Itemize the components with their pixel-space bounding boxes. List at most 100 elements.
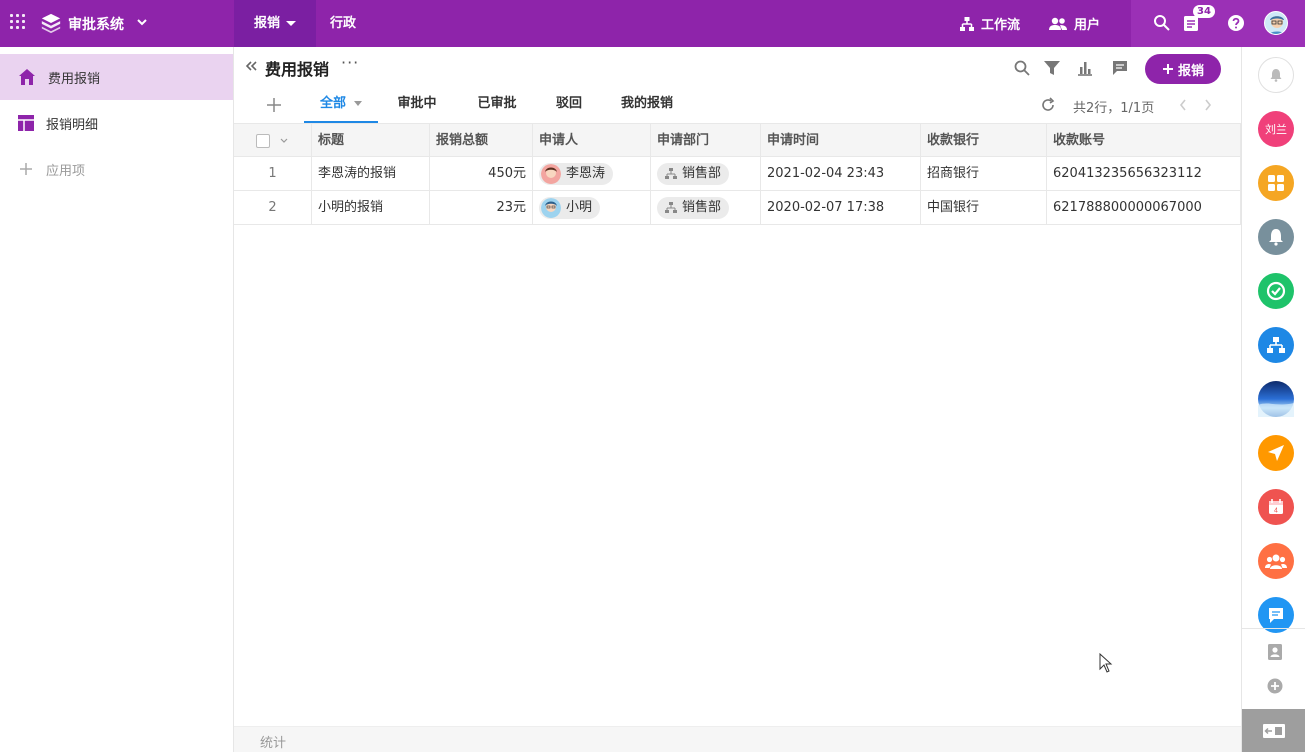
page-title: 费用报销 xyxy=(265,60,330,79)
grid-table-icon xyxy=(18,115,34,131)
search-icon[interactable] xyxy=(1152,13,1172,33)
tab-my-expenses[interactable]: 我的报销 xyxy=(616,87,678,123)
sidebar-item-label: 费用报销 xyxy=(48,71,101,87)
chart-icon[interactable] xyxy=(1076,59,1094,77)
apps-icon xyxy=(1268,175,1284,191)
row-index: 2 xyxy=(234,191,312,224)
column-header-bank[interactable]: 收款银行 xyxy=(921,124,1047,157)
row-time: 2020-02-07 17:38 xyxy=(761,191,921,224)
dept-chip[interactable]: 销售部 xyxy=(657,196,730,219)
refresh-icon[interactable] xyxy=(1040,97,1056,113)
rail-apps-button[interactable] xyxy=(1258,165,1294,201)
chevron-down-icon[interactable] xyxy=(136,13,148,33)
search-icon[interactable] xyxy=(1013,59,1031,77)
row-dept: 销售部 xyxy=(651,157,761,190)
main-content: 费用报销 ··· 报销 全部 审批中 已审批 驳回 我的报销 共2行，1/1页 … xyxy=(234,47,1241,752)
sidebar-item-label: 应用项 xyxy=(46,163,86,179)
users-label: 用户 xyxy=(1074,18,1101,33)
table-row[interactable]: 1 李恩涛的报销 450元 李恩涛 销售部 2021-02-04 23:43 招… xyxy=(234,157,1241,191)
help-icon[interactable] xyxy=(1226,13,1246,33)
calendar-icon: 4 xyxy=(1269,499,1283,515)
select-all-cell[interactable] xyxy=(234,124,312,157)
row-bank: 招商银行 xyxy=(921,157,1047,190)
rail-collapse-button[interactable] xyxy=(1242,709,1305,752)
org-icon xyxy=(665,167,677,179)
app-name[interactable]: 审批系统 xyxy=(68,14,124,34)
collapse-sidebar-icon[interactable] xyxy=(244,57,258,77)
group-icon xyxy=(1265,554,1287,569)
landscape-icon xyxy=(1258,403,1294,417)
rail-calendar-button[interactable]: 4 xyxy=(1258,489,1294,525)
tab-approved[interactable]: 已审批 xyxy=(468,87,526,123)
chat-icon xyxy=(1269,608,1283,623)
applicant-avatar xyxy=(541,197,561,218)
row-amount: 450元 xyxy=(430,157,533,190)
rail-send-button[interactable] xyxy=(1258,435,1294,471)
check-circle-icon xyxy=(1266,281,1286,301)
tab-all[interactable]: 全部 xyxy=(304,87,378,123)
sidebar-item-expense[interactable]: 费用报销 xyxy=(0,54,233,100)
rail-user-initials: 刘兰 xyxy=(1265,123,1287,136)
nav-tab-label: 报销 xyxy=(254,16,281,31)
sidebar-item-add-app[interactable]: 应用项 xyxy=(0,146,233,192)
applicant-name: 李恩涛 xyxy=(566,165,606,181)
row-applicant: 小明 xyxy=(533,191,651,224)
add-chat-icon[interactable] xyxy=(1266,677,1284,695)
rail-notifications-button[interactable] xyxy=(1258,219,1294,255)
rail-landscape-button[interactable] xyxy=(1258,381,1294,417)
column-header-applicant[interactable]: 申请人 xyxy=(533,124,651,157)
stats-label[interactable]: 统计 xyxy=(260,732,286,751)
users-link[interactable]: 用户 xyxy=(1048,14,1100,33)
applicant-avatar xyxy=(541,163,561,184)
prev-page-icon[interactable] xyxy=(1177,97,1189,113)
rail-org-button[interactable] xyxy=(1258,327,1294,363)
column-header-amount[interactable]: 报销总额 xyxy=(430,124,533,157)
dept-name: 销售部 xyxy=(682,199,722,215)
tab-rejected[interactable]: 驳回 xyxy=(548,87,590,123)
stats-footer: 统计 xyxy=(234,726,1241,752)
add-view-icon[interactable] xyxy=(266,97,282,113)
rail-tasks-button[interactable] xyxy=(1258,273,1294,309)
row-account: 620413235656323112 xyxy=(1047,157,1241,190)
column-header-account[interactable]: 收款账号 xyxy=(1047,124,1241,157)
row-amount: 23元 xyxy=(430,191,533,224)
nav-tab-expense[interactable]: 报销 xyxy=(234,0,317,47)
more-options-icon[interactable]: ··· xyxy=(341,53,359,72)
column-header-dept[interactable]: 申请部门 xyxy=(651,124,761,157)
right-rail: 刘兰 4 xyxy=(1241,47,1305,752)
next-page-icon[interactable] xyxy=(1202,97,1214,113)
add-expense-button[interactable]: 报销 xyxy=(1145,54,1221,84)
mouse-cursor-icon xyxy=(1099,653,1113,673)
filter-icon[interactable] xyxy=(1043,59,1061,77)
select-all-checkbox[interactable] xyxy=(256,133,271,148)
sidebar-item-expense-detail[interactable]: 报销明细 xyxy=(0,100,233,146)
nav-tab-admin[interactable]: 行政 xyxy=(310,0,376,47)
applicant-chip[interactable]: 小明 xyxy=(539,196,601,219)
chevron-down-icon[interactable] xyxy=(279,136,289,146)
table-row[interactable]: 2 小明的报销 23元 小明 销售部 2020-02-07 17:38 中国银行… xyxy=(234,191,1241,225)
rail-bell-button[interactable] xyxy=(1258,57,1294,93)
rail-groups-button[interactable] xyxy=(1258,543,1294,579)
user-avatar[interactable] xyxy=(1264,11,1288,35)
caret-down-icon[interactable] xyxy=(354,101,362,106)
workflow-icon xyxy=(960,16,974,31)
comment-icon[interactable] xyxy=(1111,59,1129,77)
column-header-title[interactable]: 标题 xyxy=(312,124,430,157)
app-grid-icon[interactable] xyxy=(10,14,28,32)
workflow-link[interactable]: 工作流 xyxy=(959,14,1020,33)
tab-in-review[interactable]: 审批中 xyxy=(388,87,446,123)
applicant-chip[interactable]: 李恩涛 xyxy=(539,162,614,185)
dept-name: 销售部 xyxy=(682,165,722,181)
contacts-icon[interactable] xyxy=(1267,643,1283,661)
table-header: 标题 报销总额 申请人 申请部门 申请时间 收款银行 收款账号 xyxy=(234,123,1241,157)
tab-label: 审批中 xyxy=(397,96,437,111)
rail-user-button[interactable]: 刘兰 xyxy=(1258,111,1294,147)
left-sidebar: 费用报销 报销明细 应用项 xyxy=(0,47,234,752)
column-header-time[interactable]: 申请时间 xyxy=(761,124,921,157)
row-title[interactable]: 李恩涛的报销 xyxy=(312,157,430,190)
users-icon xyxy=(1049,17,1067,30)
row-bank: 中国银行 xyxy=(921,191,1047,224)
tab-label: 驳回 xyxy=(555,96,582,111)
row-title[interactable]: 小明的报销 xyxy=(312,191,430,224)
dept-chip[interactable]: 销售部 xyxy=(657,162,730,185)
